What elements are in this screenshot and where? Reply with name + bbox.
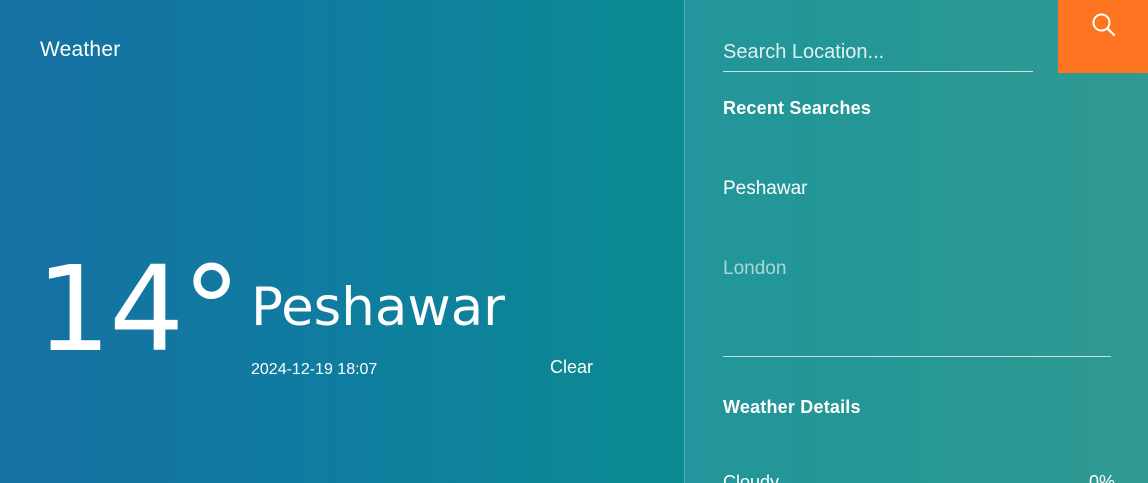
clear-button[interactable]: Clear bbox=[550, 357, 593, 378]
recent-item-london[interactable]: London bbox=[723, 258, 786, 280]
weather-details-title: Weather Details bbox=[723, 397, 861, 417]
search-icon bbox=[1091, 12, 1117, 41]
city-name: Peshawar bbox=[251, 277, 505, 338]
detail-row-cloudy: Cloudy 0% bbox=[723, 472, 1115, 483]
detail-label: Cloudy bbox=[723, 472, 780, 483]
recent-item-peshawar[interactable]: Peshawar bbox=[723, 178, 808, 200]
search-button[interactable] bbox=[1058, 0, 1148, 73]
temperature: 14° bbox=[36, 240, 241, 378]
brand-title: Weather bbox=[40, 38, 121, 61]
recent-searches-title: Recent Searches bbox=[723, 98, 872, 118]
date-time: 2024-12-19 18:07 bbox=[251, 361, 378, 378]
divider bbox=[723, 356, 1111, 357]
side-panel: Recent Searches Peshawar London Weather … bbox=[684, 0, 1148, 483]
main-area: Weather 14° Peshawar 2024-12-19 18:07 Cl… bbox=[0, 0, 684, 483]
search-input[interactable] bbox=[723, 28, 1033, 72]
detail-value: 0% bbox=[1088, 472, 1115, 483]
